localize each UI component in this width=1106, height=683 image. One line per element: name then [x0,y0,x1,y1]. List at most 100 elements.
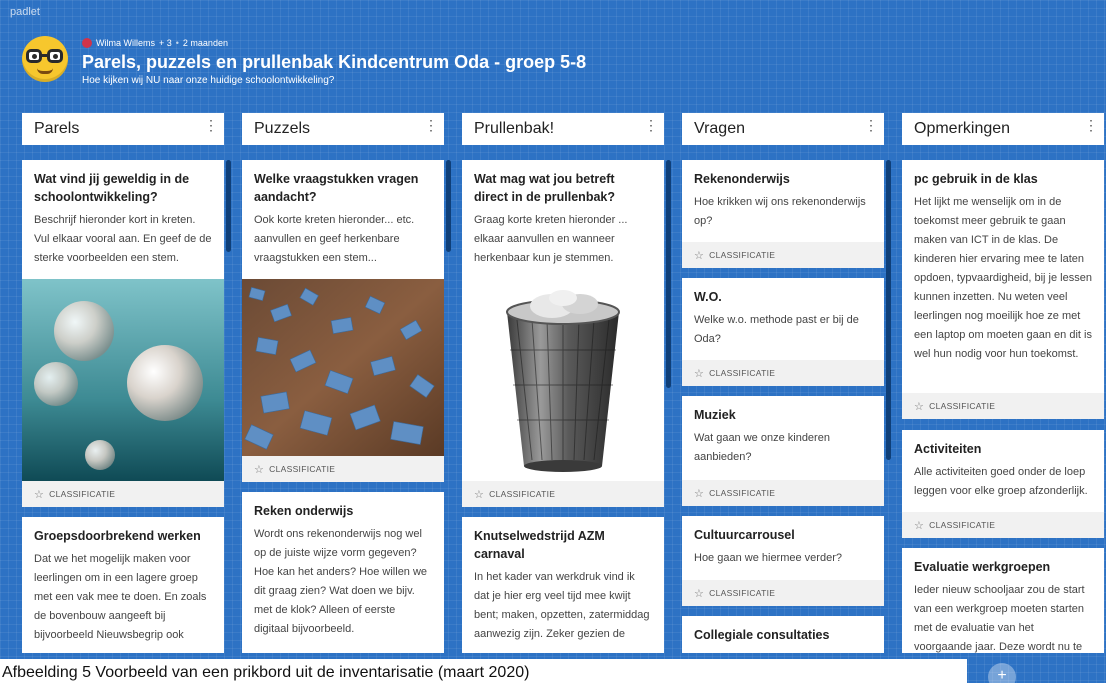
tag-label: CLASSIFICATIE [929,520,996,530]
post-title: Reken onderwijs [254,504,354,518]
column-header-vragen[interactable]: Vragen ⋮ [682,113,884,145]
post-card[interactable]: Wat mag wat jou betreft direct in de pru… [462,160,664,507]
post-title: Wat mag wat jou betreft direct in de pru… [474,172,615,204]
post-card[interactable]: W.O. Welke w.o. methode past er bij de O… [682,278,884,386]
more-options-icon[interactable]: ⋮ [864,118,878,132]
tag-label: CLASSIFICATIE [49,489,116,499]
post-title: Activiteiten [914,442,982,456]
tag-label: CLASSIFICATIE [709,488,776,498]
post-title: Welke vraagstukken vragen aandacht? [254,172,419,204]
column-header-opmerkingen[interactable]: Opmerkingen ⋮ [902,113,1104,145]
post-title: Collegiale consultaties [694,628,830,642]
column-title: Vragen [694,120,745,137]
column-title: Parels [34,120,80,137]
post-body: Wordt ons rekenonderwijs nog wel op de j… [254,528,428,635]
column-scrollbar[interactable] [886,160,891,460]
column-title: Opmerkingen [914,120,1011,137]
post-body: Wat gaan we onze kinderen aanbieden? [694,432,830,463]
pearls-image[interactable] [22,279,224,481]
classification-tag[interactable]: ☆ CLASSIFICATIE [242,456,444,482]
post-title: Wat vind jij geweldig in de schoolontwik… [34,172,190,204]
classification-tag[interactable]: ☆ CLASSIFICATIE [682,580,884,606]
post-body: Dat we het mogelijk maken voor leerlinge… [34,553,207,641]
post-body: Hoe krikken wij ons rekenonderwijs op? [694,196,866,227]
post-title: Cultuurcarrousel [694,528,795,542]
post-body: In het kader van werkdruk vind ik dat je… [474,571,650,640]
post-card[interactable]: Collegiale consultaties [682,616,884,653]
classification-tag[interactable]: ☆ CLASSIFICATIE [682,242,884,268]
post-card[interactable]: Wat vind jij geweldig in de schoolontwik… [22,160,224,507]
post-body: Beschrijf hieronder kort in kreten. Vul … [34,214,212,264]
star-icon: ☆ [694,587,705,600]
tag-label: CLASSIFICATIE [709,250,776,260]
tag-label: CLASSIFICATIE [929,401,996,411]
figure-caption: Afbeelding 5 Voorbeeld van een prikbord … [0,659,967,683]
nerd-face-icon [22,36,68,82]
post-title: Groepsdoorbrekend werken [34,529,201,543]
contributors-count[interactable]: + 3 [159,38,172,48]
post-body: Alle activiteiten goed onder de loep leg… [914,466,1088,497]
post-body: Hoe gaan we hiermee verder? [694,552,842,564]
tag-label: CLASSIFICATIE [709,368,776,378]
post-card[interactable]: Groepsdoorbrekend werken Dat we het moge… [22,517,224,653]
post-title: W.O. [694,290,722,304]
column-scrollbar[interactable] [666,160,671,388]
post-body: Welke w.o. methode past er bij de Oda? [694,314,859,345]
post-title: Evaluatie werkgroepen [914,560,1051,574]
classification-tag[interactable]: ☆ CLASSIFICATIE [902,393,1104,419]
column-title: Puzzels [254,120,311,137]
post-title: Rekenonderwijs [694,172,790,186]
board-subtitle: Hoe kijken wij NU naar onze huidige scho… [82,75,335,86]
more-options-icon[interactable]: ⋮ [644,118,658,132]
column-header-puzzels[interactable]: Puzzels ⋮ [242,113,444,145]
star-icon: ☆ [254,463,265,476]
classification-tag[interactable]: ☆ CLASSIFICATIE [902,512,1104,538]
tag-label: CLASSIFICATIE [709,588,776,598]
board-title: Parels, puzzels en prullenbak Kindcentru… [82,52,587,72]
add-post-button[interactable]: + [988,663,1016,683]
post-title: pc gebruik in de klas [914,172,1038,186]
post-card[interactable]: Knutselwedstrijd AZM carnaval In het kad… [462,517,664,653]
star-icon: ☆ [914,400,925,413]
classification-tag[interactable]: ☆ CLASSIFICATIE [682,360,884,386]
author-name[interactable]: Wilma Willems [96,38,155,48]
post-body: Graag korte kreten hieronder ... elkaar … [474,214,628,264]
column-title: Prullenbak! [474,120,555,137]
board-meta: Wilma Willems + 3 • 2 maanden [82,38,228,48]
classification-tag[interactable]: ☆ CLASSIFICATIE [22,481,224,507]
star-icon: ☆ [694,249,705,262]
column-scrollbar[interactable] [226,160,231,252]
tag-label: CLASSIFICATIE [269,464,336,474]
post-card[interactable]: Activiteiten Alle activiteiten goed onde… [902,430,1104,538]
post-title: Muziek [694,408,736,422]
post-card[interactable]: Welke vraagstukken vragen aandacht? Ook … [242,160,444,482]
column-header-parels[interactable]: Parels ⋮ [22,113,224,145]
puzzle-pieces-image[interactable] [242,279,444,456]
post-card[interactable]: Cultuurcarrousel Hoe gaan we hiermee ver… [682,516,884,606]
tag-label: CLASSIFICATIE [489,489,556,499]
trash-bin-image[interactable] [462,290,664,476]
post-card[interactable]: Rekenonderwijs Hoe krikken wij ons reken… [682,160,884,268]
post-card[interactable]: Reken onderwijs Wordt ons rekenonderwijs… [242,492,444,653]
author-avatar[interactable] [82,38,92,48]
board-age: 2 maanden [182,38,228,48]
post-body: Het lijkt me wenselijk om in de toekomst… [914,196,1092,360]
column-header-prullenbak[interactable]: Prullenbak! ⋮ [462,113,664,145]
classification-tag[interactable]: ☆ CLASSIFICATIE [682,480,884,506]
post-card[interactable]: Muziek Wat gaan we onze kinderen aanbied… [682,396,884,506]
more-options-icon[interactable]: ⋮ [1084,118,1098,132]
post-card[interactable]: Evaluatie werkgroepen Ieder nieuw school… [902,548,1104,653]
post-body: Ook korte kreten hieronder... etc. aanvu… [254,214,415,264]
more-options-icon[interactable]: ⋮ [424,118,438,132]
post-title: Knutselwedstrijd AZM carnaval [474,529,605,561]
more-options-icon[interactable]: ⋮ [204,118,218,132]
column-scrollbar[interactable] [446,160,451,252]
star-icon: ☆ [914,519,925,532]
star-icon: ☆ [694,367,705,380]
classification-tag[interactable]: ☆ CLASSIFICATIE [462,481,664,507]
brand-logo[interactable]: padlet [10,6,40,18]
star-icon: ☆ [474,488,485,501]
post-body: Ieder nieuw schooljaar zou de start van … [914,584,1085,653]
star-icon: ☆ [34,488,45,501]
post-card[interactable]: pc gebruik in de klas Het lijkt me wense… [902,160,1104,419]
